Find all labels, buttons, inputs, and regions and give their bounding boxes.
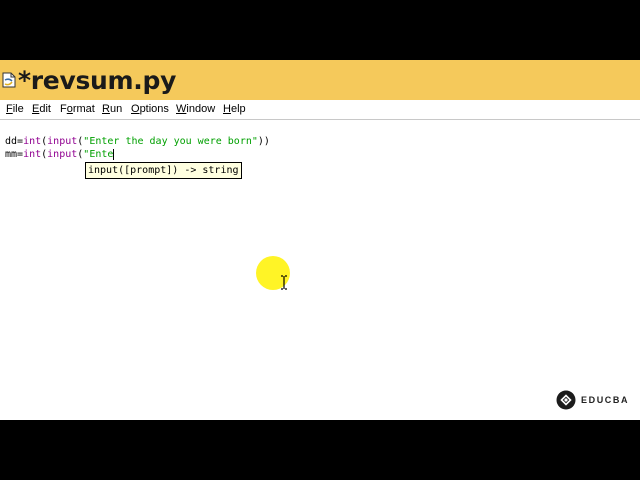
title-bar: *revsum.py [0, 60, 640, 100]
code-token: dd= [5, 136, 24, 147]
menu-help-mnemonic: H [223, 103, 231, 115]
menu-format-label: rmat [72, 103, 95, 115]
idle-editor-window: *revsum.py File Edit Format Run Options … [0, 60, 640, 420]
menu-edit[interactable]: Edit [32, 100, 51, 119]
menu-options[interactable]: Options [131, 100, 169, 119]
menu-file[interactable]: File [6, 100, 24, 119]
logo-text: EDUCBA [581, 395, 630, 405]
code-line-2[interactable]: mm=int(input("Ente [5, 148, 115, 161]
menu-bar: File Edit Format Run Options Window Help [0, 100, 640, 120]
code-line-1[interactable]: dd=int(input("Enter the day you were bor… [5, 135, 270, 148]
code-token: )) [257, 136, 270, 147]
code-token: "Enter the day you were born" [83, 136, 258, 147]
menu-window[interactable]: Window [176, 100, 215, 119]
code-token: int [23, 136, 42, 147]
code-token: int [23, 149, 42, 160]
menu-format-prefix: F [60, 103, 67, 115]
menu-help[interactable]: Help [223, 100, 246, 119]
menu-options-mnemonic: O [131, 103, 140, 115]
window-title: *revsum.py [18, 66, 177, 95]
text-caret [113, 148, 115, 160]
educba-logo: EDUCBA [556, 389, 629, 411]
calltip-tooltip: input([prompt]) -> string [85, 162, 242, 179]
menu-window-mnemonic: W [176, 103, 187, 115]
menu-edit-label: dit [39, 103, 51, 115]
menu-format[interactable]: Format [60, 100, 95, 119]
code-token: "Ente [83, 149, 114, 160]
code-token: mm= [5, 149, 24, 160]
menu-options-label: ptions [139, 103, 169, 115]
menu-help-label: elp [230, 103, 246, 115]
menu-file-mnemonic: F [6, 103, 13, 115]
menu-run-mnemonic: R [102, 103, 110, 115]
code-token: input [47, 149, 78, 160]
menu-window-label: indow [186, 103, 216, 115]
code-token: input [47, 136, 78, 147]
python-file-icon [2, 72, 16, 88]
menu-run[interactable]: Run [102, 100, 122, 119]
menu-run-label: un [109, 103, 123, 115]
menu-file-label: ile [12, 103, 24, 115]
ibeam-cursor-icon [281, 275, 287, 290]
educba-logo-icon [556, 390, 576, 410]
